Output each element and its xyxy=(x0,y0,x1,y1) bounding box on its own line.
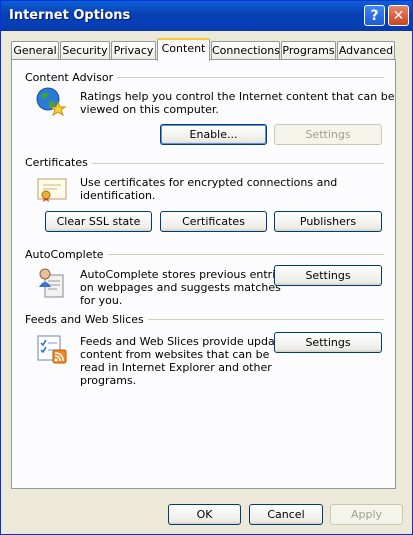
clear-ssl-state-button[interactable]: Clear SSL state xyxy=(45,211,152,232)
feeds-settings-button[interactable]: Settings xyxy=(274,332,382,353)
ok-button[interactable]: OK xyxy=(168,504,241,525)
close-button[interactable]: ✕ xyxy=(388,5,409,26)
content-advisor-settings-button[interactable]: Settings xyxy=(274,124,382,145)
apply-button[interactable]: Apply xyxy=(330,504,403,525)
divider xyxy=(136,319,384,320)
autocomplete-desc-line1: AutoComplete stores previous entries xyxy=(80,268,288,281)
certificates-button[interactable]: Certificates xyxy=(160,211,267,232)
tab-programs[interactable]: Programs xyxy=(281,41,336,59)
internet-options-window: Internet Options ? ✕ General Security Pr… xyxy=(0,0,413,535)
tab-connections[interactable]: Connections xyxy=(211,41,280,59)
tab-content[interactable]: Content xyxy=(157,38,210,61)
window-title: Internet Options xyxy=(9,8,131,23)
feeds-desc-line4: programs. xyxy=(80,374,137,387)
autocomplete-icon xyxy=(37,267,67,302)
autocomplete-title: AutoComplete xyxy=(25,248,108,261)
title-bar[interactable]: Internet Options ? ✕ xyxy=(1,1,412,31)
publishers-button[interactable]: Publishers xyxy=(274,211,382,232)
cancel-button[interactable]: Cancel xyxy=(249,504,323,525)
tab-advanced[interactable]: Advanced xyxy=(337,41,395,59)
feeds-desc-line2: content from websites that can be xyxy=(80,348,270,361)
certificates-desc: Use certificates for encrypted connectio… xyxy=(80,176,338,202)
feeds-title: Feeds and Web Slices xyxy=(25,313,148,326)
autocomplete-desc-line3: for you. xyxy=(80,294,123,307)
feeds-desc-line1: Feeds and Web Slices provide updated xyxy=(80,335,293,348)
certificates-title: Certificates xyxy=(25,156,92,169)
enable-button[interactable]: Enable... xyxy=(160,124,267,145)
content-advisor-title: Content Advisor xyxy=(25,71,118,84)
divider xyxy=(86,163,384,164)
autocomplete-desc-line2: on webpages and suggests matches xyxy=(80,281,281,294)
globe-star-icon xyxy=(35,86,67,121)
feeds-icon xyxy=(36,334,68,367)
content-tab-panel: Content Advisor Ratings help you control… xyxy=(11,59,396,489)
help-button[interactable]: ? xyxy=(364,5,385,26)
tab-general[interactable]: General xyxy=(11,41,59,59)
content-advisor-desc-line1: Ratings help you control the Internet co… xyxy=(80,90,395,103)
content-advisor-desc-line2: viewed on this computer. xyxy=(80,103,219,116)
certificate-icon xyxy=(37,177,67,206)
tab-privacy[interactable]: Privacy xyxy=(111,41,156,59)
divider xyxy=(112,77,384,78)
autocomplete-settings-button[interactable]: Settings xyxy=(274,265,382,286)
feeds-desc-line3: read in Internet Explorer and other xyxy=(80,361,272,374)
tab-security[interactable]: Security xyxy=(60,41,110,59)
divider xyxy=(94,254,384,255)
